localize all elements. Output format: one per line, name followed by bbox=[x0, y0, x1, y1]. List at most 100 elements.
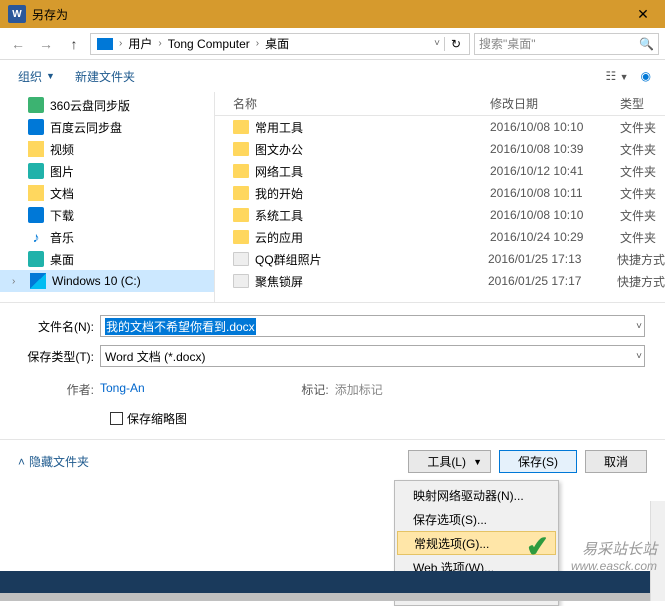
file-list: 名称 修改日期 类型 常用工具2016/10/08 10:10文件夹图文办公20… bbox=[215, 92, 665, 302]
crumb[interactable]: 桌面 bbox=[261, 35, 293, 52]
file-type: 快捷方式 bbox=[617, 251, 665, 268]
back-button[interactable]: ← bbox=[6, 32, 30, 56]
sidebar-item[interactable]: 下载 bbox=[0, 204, 214, 226]
folder-icon: ♪ bbox=[28, 229, 44, 245]
sidebar-item[interactable]: › Windows 10 (C:) bbox=[0, 270, 214, 292]
search-icon[interactable]: 🔍 bbox=[639, 37, 654, 51]
titlebar: W 另存为 ✕ bbox=[0, 0, 665, 28]
file-type: 文件夹 bbox=[620, 141, 665, 158]
search-input[interactable]: 搜索"桌面" 🔍 bbox=[474, 33, 659, 55]
crumb[interactable]: 用户 bbox=[124, 35, 156, 52]
tags-label: 标记: bbox=[295, 381, 335, 398]
expand-icon[interactable]: › bbox=[12, 276, 24, 287]
thumbnail-label: 保存缩略图 bbox=[127, 410, 187, 427]
tags-value[interactable]: 添加标记 bbox=[335, 381, 383, 398]
sidebar-item[interactable]: 百度云同步盘 bbox=[0, 116, 214, 138]
window-title: 另存为 bbox=[32, 6, 623, 23]
file-type: 文件夹 bbox=[620, 229, 665, 246]
file-date: 2016/10/12 10:41 bbox=[490, 164, 620, 178]
menu-item[interactable]: 映射网络驱动器(N)... bbox=[397, 483, 556, 507]
up-button[interactable]: ↑ bbox=[62, 32, 86, 56]
form-panel: 文件名(N): 我的文档不希望你看到.docx ˅ 保存类型(T): Word … bbox=[0, 302, 665, 439]
checkmark-annotation: ✔ bbox=[525, 529, 551, 564]
folder-icon bbox=[233, 164, 249, 178]
folder-icon bbox=[233, 208, 249, 222]
filename-input[interactable]: 我的文档不希望你看到.docx ˅ bbox=[100, 315, 645, 337]
column-date[interactable]: 修改日期 bbox=[490, 95, 620, 112]
file-row[interactable]: 图文办公2016/10/08 10:39文件夹 bbox=[215, 138, 665, 160]
folder-icon bbox=[28, 97, 44, 113]
file-date: 2016/01/25 17:17 bbox=[488, 274, 617, 288]
column-type[interactable]: 类型 bbox=[620, 95, 665, 112]
view-options-button[interactable]: ☷ ▼ bbox=[602, 67, 633, 85]
sidebar-item[interactable]: 视频 bbox=[0, 138, 214, 160]
file-row[interactable]: 我的开始2016/10/08 10:11文件夹 bbox=[215, 182, 665, 204]
tools-button[interactable]: 工具(L) ▼ bbox=[408, 450, 491, 473]
folder-icon bbox=[28, 251, 44, 267]
chevron-right-icon[interactable]: › bbox=[254, 38, 261, 49]
folder-icon bbox=[28, 185, 44, 201]
cancel-button[interactable]: 取消 bbox=[585, 450, 647, 473]
file-type: 快捷方式 bbox=[617, 273, 665, 290]
file-name: 图文办公 bbox=[255, 141, 303, 158]
sidebar-item[interactable]: 360云盘同步版 bbox=[0, 94, 214, 116]
hide-folders-toggle[interactable]: ˄ 隐藏文件夹 bbox=[18, 453, 89, 470]
file-row[interactable]: 网络工具 2016/10/12 10:41文件夹 bbox=[215, 160, 665, 182]
file-row[interactable]: 聚焦锁屏 2016/01/25 17:17快捷方式 bbox=[215, 270, 665, 292]
chevron-right-icon[interactable]: › bbox=[156, 38, 163, 49]
organize-button[interactable]: 组织 ▼ bbox=[10, 64, 63, 89]
author-value[interactable]: Tong-An bbox=[100, 381, 145, 398]
file-date: 2016/10/08 10:11 bbox=[490, 186, 620, 200]
chevron-right-icon[interactable]: › bbox=[117, 38, 124, 49]
dropdown-icon[interactable]: ˅ bbox=[636, 351, 642, 362]
sidebar-item-label: 文档 bbox=[50, 185, 74, 202]
close-button[interactable]: ✕ bbox=[623, 0, 663, 28]
file-date: 2016/10/08 10:10 bbox=[490, 120, 620, 134]
file-name: 云的应用 bbox=[255, 229, 303, 246]
folder-icon bbox=[28, 163, 44, 179]
filetype-label: 保存类型(T): bbox=[20, 348, 100, 365]
menu-item[interactable]: 保存选项(S)... bbox=[397, 507, 556, 531]
sidebar-item-label: 360云盘同步版 bbox=[50, 97, 130, 114]
file-name: 常用工具 bbox=[255, 119, 303, 136]
caret-down-icon: ▼ bbox=[473, 457, 482, 467]
footer: ˄ 隐藏文件夹 工具(L) ▼ 保存(S) 取消 bbox=[0, 439, 665, 483]
refresh-button[interactable]: ↻ bbox=[444, 37, 467, 51]
sidebar-item-label: 视频 bbox=[50, 141, 74, 158]
sidebar-item[interactable]: 文档 bbox=[0, 182, 214, 204]
new-folder-button[interactable]: 新建文件夹 bbox=[67, 64, 143, 89]
sidebar-item[interactable]: 桌面 bbox=[0, 248, 214, 270]
address-bar: ← → ↑ › 用户 › Tong Computer › 桌面 ˅ ↻ 搜索"桌… bbox=[0, 28, 665, 60]
file-date: 2016/10/08 10:10 bbox=[490, 208, 620, 222]
file-type: 文件夹 bbox=[620, 185, 665, 202]
sidebar-item[interactable]: ♪音乐 bbox=[0, 226, 214, 248]
crumb[interactable]: Tong Computer bbox=[164, 37, 254, 51]
chevron-up-icon: ˄ bbox=[18, 455, 25, 469]
watermark: 易采站长站 www.easck.com bbox=[571, 538, 657, 573]
sidebar-item-label: Windows 10 (C:) bbox=[52, 274, 141, 288]
file-name: 聚焦锁屏 bbox=[255, 273, 303, 290]
breadcrumb[interactable]: › 用户 › Tong Computer › 桌面 ˅ ↻ bbox=[90, 33, 470, 55]
file-row[interactable]: 云的应用 2016/10/24 10:29文件夹 bbox=[215, 226, 665, 248]
sidebar-item-label: 图片 bbox=[50, 163, 74, 180]
file-date: 2016/10/24 10:29 bbox=[490, 230, 620, 244]
forward-button: → bbox=[34, 32, 58, 56]
file-name: 网络工具 bbox=[255, 163, 303, 180]
dropdown-icon[interactable]: ˅ bbox=[636, 321, 642, 332]
caret-down-icon: ▼ bbox=[46, 71, 55, 81]
file-row[interactable]: 系统工具2016/10/08 10:10文件夹 bbox=[215, 204, 665, 226]
filetype-select[interactable]: Word 文档 (*.docx) ˅ bbox=[100, 345, 645, 367]
column-name[interactable]: 名称 bbox=[215, 95, 490, 112]
sidebar-item[interactable]: 图片 bbox=[0, 160, 214, 182]
file-row[interactable]: 常用工具2016/10/08 10:10文件夹 bbox=[215, 116, 665, 138]
folder-icon bbox=[28, 207, 44, 223]
column-headers: 名称 修改日期 类型 bbox=[215, 92, 665, 116]
help-button[interactable]: ◉ bbox=[637, 67, 655, 85]
save-button[interactable]: 保存(S) bbox=[499, 450, 577, 473]
file-row[interactable]: QQ群组照片2016/01/25 17:13快捷方式 bbox=[215, 248, 665, 270]
path-dropdown-icon[interactable]: ˅ bbox=[430, 38, 444, 49]
filename-label: 文件名(N): bbox=[20, 318, 100, 335]
thumbnail-checkbox[interactable] bbox=[110, 412, 123, 425]
file-date: 2016/01/25 17:13 bbox=[488, 252, 617, 266]
file-type: 文件夹 bbox=[620, 163, 665, 180]
